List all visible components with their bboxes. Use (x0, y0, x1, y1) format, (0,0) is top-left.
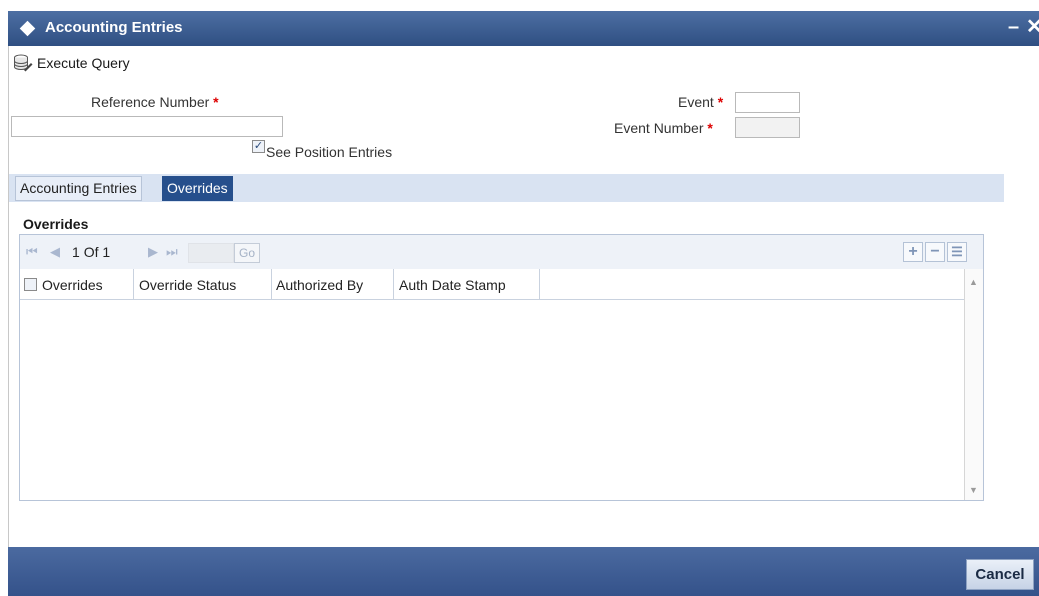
previous-page-icon[interactable]: ◀ (50, 244, 60, 260)
grid-header-row: Overrides Override Status Authorized By … (20, 269, 964, 300)
event-number-label-group: Event Number * (614, 120, 713, 136)
execute-query-label: Execute Query (37, 55, 130, 71)
scroll-up-icon[interactable]: ▲ (969, 277, 978, 287)
window-title-bar: Accounting Entries – ✕ (8, 11, 1039, 46)
go-button[interactable]: Go (234, 243, 260, 263)
event-input[interactable] (735, 92, 800, 113)
first-page-icon[interactable]: ⏮ (26, 244, 38, 260)
grid-scrollbar[interactable]: ▲ ▼ (964, 269, 983, 500)
event-number-input[interactable] (735, 117, 800, 138)
reference-number-label-group: Reference Number * (91, 94, 219, 110)
scroll-down-icon[interactable]: ▼ (969, 485, 978, 495)
tab-strip: Accounting Entries Overrides (9, 174, 1004, 202)
single-view-icon[interactable]: ☰ (947, 242, 967, 262)
delete-row-icon[interactable]: − (925, 242, 945, 262)
grid-toolbar: ⏮ ◀ 1 Of 1 ▶ ⏭ Go + − ☰ (20, 235, 983, 269)
overrides-section-title: Overrides (23, 216, 89, 232)
pager-status: 1 Of 1 (72, 244, 110, 260)
reference-number-label: Reference Number (91, 94, 210, 110)
required-mark: * (707, 120, 713, 136)
last-page-icon[interactable]: ⏭ (166, 244, 178, 260)
column-header-auth-date-stamp[interactable]: Auth Date Stamp (394, 269, 540, 299)
pager-total: 1 (102, 244, 111, 260)
pager-current: 1 (72, 244, 80, 260)
overrides-grid: ⏮ ◀ 1 Of 1 ▶ ⏭ Go + − ☰ Overrides Overri… (19, 234, 984, 501)
tab-overrides[interactable]: Overrides (162, 176, 233, 201)
event-label: Event (678, 94, 714, 110)
select-all-checkbox[interactable] (24, 278, 37, 291)
event-label-group: Event * (678, 94, 723, 110)
close-icon[interactable]: ✕ (1026, 14, 1039, 39)
window-title: Accounting Entries (45, 19, 183, 36)
next-page-icon[interactable]: ▶ (148, 244, 158, 260)
add-row-icon[interactable]: + (903, 242, 923, 262)
reference-number-input[interactable] (11, 116, 283, 137)
required-mark: * (717, 94, 724, 110)
page-number-input[interactable] (188, 243, 234, 263)
window-footer: Cancel (8, 547, 1039, 596)
column-header-override-status[interactable]: Override Status (134, 269, 272, 299)
column-header-authorized-by[interactable]: Authorized By (272, 269, 394, 299)
event-number-label: Event Number (614, 120, 704, 136)
execute-query-button[interactable]: Execute Query (9, 52, 130, 74)
required-mark: * (213, 94, 219, 110)
window-body: Execute Query Reference Number * Event *… (8, 46, 1039, 596)
app-diamond-icon (19, 20, 36, 37)
column-header-overrides[interactable]: Overrides (38, 269, 134, 299)
see-position-entries-label: See Position Entries (266, 144, 393, 160)
database-query-icon (13, 54, 33, 72)
see-position-entries-checkbox[interactable]: ✓ (252, 140, 265, 153)
cancel-button[interactable]: Cancel (966, 559, 1034, 590)
tab-accounting-entries[interactable]: Accounting Entries (15, 176, 142, 201)
minimize-icon[interactable]: – (1008, 16, 1019, 39)
pager-of-label: Of (83, 244, 99, 260)
